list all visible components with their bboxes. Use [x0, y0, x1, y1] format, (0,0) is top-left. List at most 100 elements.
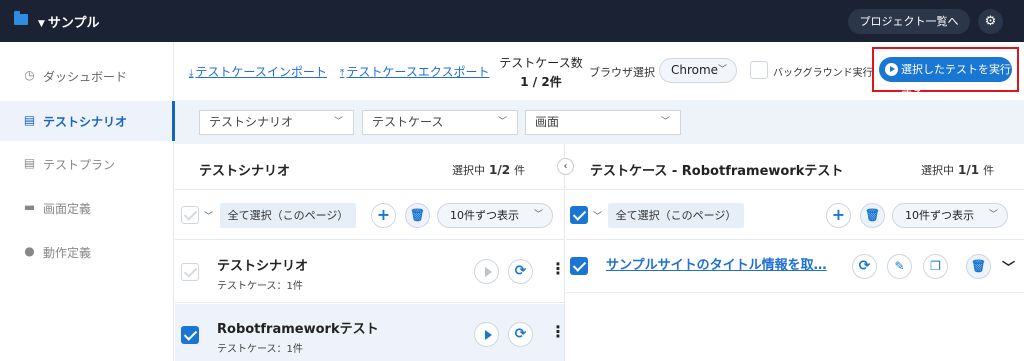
testcase-export-link[interactable]: ⤒ テストケースエクスポート — [340, 63, 489, 80]
refresh-icon[interactable]: ⟳ — [852, 254, 877, 279]
selected-label: 選択中 — [921, 164, 954, 177]
document-icon: ▤ — [23, 156, 36, 170]
testcase-count-label: テストケース数 — [499, 56, 583, 70]
select-all-checkbox[interactable] — [181, 206, 199, 224]
top-bar: ▼ サンプル プロジェクト一覧へ ⚙ — [0, 0, 1024, 42]
edit-icon[interactable]: ✎ — [887, 254, 912, 279]
play-icon[interactable] — [474, 322, 499, 347]
row-subtitle: テストケース：1件 — [217, 281, 303, 292]
list-item[interactable]: サンプルサイトのタイトル情報を取… ⟳ ✎ ❐ 🗑 ﹀ — [566, 241, 1024, 293]
chevron-down-icon[interactable]: ﹀ — [204, 209, 213, 222]
select-all-page-button[interactable]: 全て選択（このページ） — [608, 203, 744, 228]
testcase-selected-count: 選択中 1/1 件 — [921, 162, 994, 178]
project-name: サンプル — [47, 16, 100, 31]
testcase-link[interactable]: サンプルサイトのタイトル情報を取… — [606, 254, 838, 273]
testcase-bulk-bar: ﹀ 全て選択（このページ） + 🗑 10件ずつ表示 ﹀ — [566, 190, 1024, 240]
scenario-panel-header: テストシナリオ 選択中 1/2 件 — [175, 144, 564, 190]
scenario-bulk-bar: ﹀ 全て選択（このページ） + 🗑 10件ずつ表示 ﹀ — [175, 190, 564, 240]
selected-unit: 件 — [983, 164, 995, 177]
testcase-panel-title: テストケース - Robotframeworkテスト — [590, 164, 844, 179]
scenario-selected-count: 選択中 1/2 件 — [452, 162, 525, 178]
gear-icon[interactable]: ⚙ — [978, 9, 1003, 34]
testcase-filter[interactable]: テストケース ﹀ — [362, 110, 518, 135]
screen-filter-value: 画面 — [535, 115, 560, 129]
row-checkbox[interactable] — [181, 263, 199, 281]
sidebar-item-dashboard[interactable]: ◷ ダッシュボード — [0, 56, 174, 96]
testcase-count: テストケース数 1 / 2件 — [497, 54, 585, 90]
browser-select-label: ブラウザ選択 — [589, 66, 655, 79]
copy-icon[interactable]: ❐ — [923, 254, 948, 279]
chevron-left-icon[interactable]: ‹ — [557, 158, 574, 175]
sidebar-item-label: テストプラン — [43, 158, 116, 172]
sidebar-item-action-definition[interactable]: ● 動作定義 — [0, 232, 174, 272]
run-button-highlight: 選択したテストを実行する — [872, 47, 1019, 101]
select-all-checkbox[interactable] — [570, 206, 588, 224]
list-item[interactable]: テストシナリオ テストケース：1件 ⟳ ⋮ — [175, 241, 566, 303]
page-size-value: 10件ずつ表示 — [905, 209, 974, 222]
chevron-down-icon[interactable]: ﹀ — [593, 209, 602, 222]
testcase-filter-value: テストケース — [372, 115, 444, 129]
scenario-panel: テストシナリオ 選択中 1/2 件 ﹀ 全て選択（このページ） + 🗑 10件ずつ表… — [175, 144, 566, 361]
filter-bar: テストシナリオ ﹀ テストケース ﹀ 画面 ﹀ — [175, 100, 1024, 144]
page-size-select[interactable]: 10件ずつ表示 ﹀ — [892, 203, 1008, 228]
play-icon[interactable] — [474, 259, 499, 284]
row-subtitle: テストケース：1件 — [217, 344, 303, 355]
sidebar-item-screen-definition[interactable]: ▬ 画面定義 — [0, 188, 174, 228]
scenario-filter-value: テストシナリオ — [209, 115, 294, 129]
scenario-panel-title: テストシナリオ — [199, 164, 291, 179]
selected-unit: 件 — [514, 164, 526, 177]
row-title: テストシナリオ — [217, 259, 309, 274]
add-icon[interactable]: + — [371, 203, 396, 228]
sidebar-item-test-scenario[interactable]: ▤ テストシナリオ — [0, 101, 175, 141]
refresh-icon[interactable]: ⟳ — [508, 259, 533, 284]
testcase-count-value: 1 / 2件 — [520, 75, 562, 89]
export-label: テストケースエクスポート — [346, 65, 490, 79]
selected-value: 1/2 — [489, 163, 511, 177]
toolbar: ⤓ テストケースインポート ⤒ テストケースエクスポート テストケース数 1 / 2… — [175, 42, 1024, 101]
row-checkbox[interactable] — [570, 257, 588, 275]
testcase-import-link[interactable]: ⤓ テストケースインポート — [189, 63, 327, 80]
row-title: Robotframeworkテスト — [217, 322, 379, 337]
folder-icon — [14, 11, 28, 25]
chevron-down-icon: ﹀ — [660, 117, 670, 127]
run-button-label: 選択したテストを実行する — [901, 63, 1011, 101]
monitor-icon: ▬ — [23, 200, 36, 214]
upload-icon: ⤒ — [340, 68, 345, 79]
project-list-button[interactable]: プロジェクト一覧へ — [848, 9, 970, 34]
screen-filter[interactable]: 画面 ﹀ — [525, 110, 681, 135]
chevron-down-icon[interactable]: ﹀ — [1002, 257, 1015, 276]
sidebar-item-test-plan[interactable]: ▤ テストプラン — [0, 144, 174, 184]
check-circle-icon: ● — [24, 244, 35, 258]
scenario-filter[interactable]: テストシナリオ ﹀ — [199, 110, 354, 135]
caret-down-icon: ▼ — [38, 19, 45, 29]
chevron-down-icon: ﹀ — [717, 65, 727, 75]
sidebar-item-label: ダッシュボード — [43, 70, 128, 84]
trash-icon[interactable]: 🗑 — [860, 203, 885, 228]
more-vertical-icon[interactable]: ⋮ — [550, 259, 566, 278]
import-label: テストケースインポート — [195, 65, 327, 79]
project-selector[interactable]: ▼ サンプル — [38, 12, 100, 31]
browser-select[interactable]: Chrome ﹀ — [659, 58, 737, 83]
chevron-down-icon: ﹀ — [333, 117, 343, 127]
trash-icon[interactable]: 🗑 — [966, 254, 991, 279]
background-run-checkbox[interactable] — [750, 61, 768, 79]
sidebar-item-label: テストシナリオ — [43, 115, 128, 129]
row-checkbox[interactable] — [181, 326, 199, 344]
add-icon[interactable]: + — [826, 203, 851, 228]
download-icon: ⤓ — [189, 68, 194, 79]
run-selected-tests-button[interactable]: 選択したテストを実行する — [879, 57, 1012, 101]
refresh-icon[interactable]: ⟳ — [508, 322, 533, 347]
selected-value: 1/1 — [958, 163, 980, 177]
page-size-select[interactable]: 10件ずつ表示 ﹀ — [437, 203, 553, 228]
trash-icon[interactable]: 🗑 — [405, 203, 430, 228]
testcase-panel: ‹ テストケース - Robotframeworkテスト 選択中 1/1 件 ﹀ 全… — [557, 144, 1024, 361]
page-size-value: 10件ずつ表示 — [450, 209, 519, 222]
more-vertical-icon[interactable]: ⋮ — [550, 322, 566, 341]
list-item[interactable]: Robotframeworkテスト テストケース：1件 ⟳ ⋮ — [175, 304, 566, 361]
play-circle-icon — [885, 63, 898, 76]
selected-label: 選択中 — [452, 164, 485, 177]
document-icon: ▤ — [23, 113, 36, 127]
sidebar: ◷ ダッシュボード ▤ テストシナリオ ▤ テストプラン ▬ 画面定義 ● 動作… — [0, 42, 175, 361]
select-all-page-button[interactable]: 全て選択（このページ） — [220, 203, 356, 228]
sidebar-item-label: 動作定義 — [43, 246, 92, 260]
